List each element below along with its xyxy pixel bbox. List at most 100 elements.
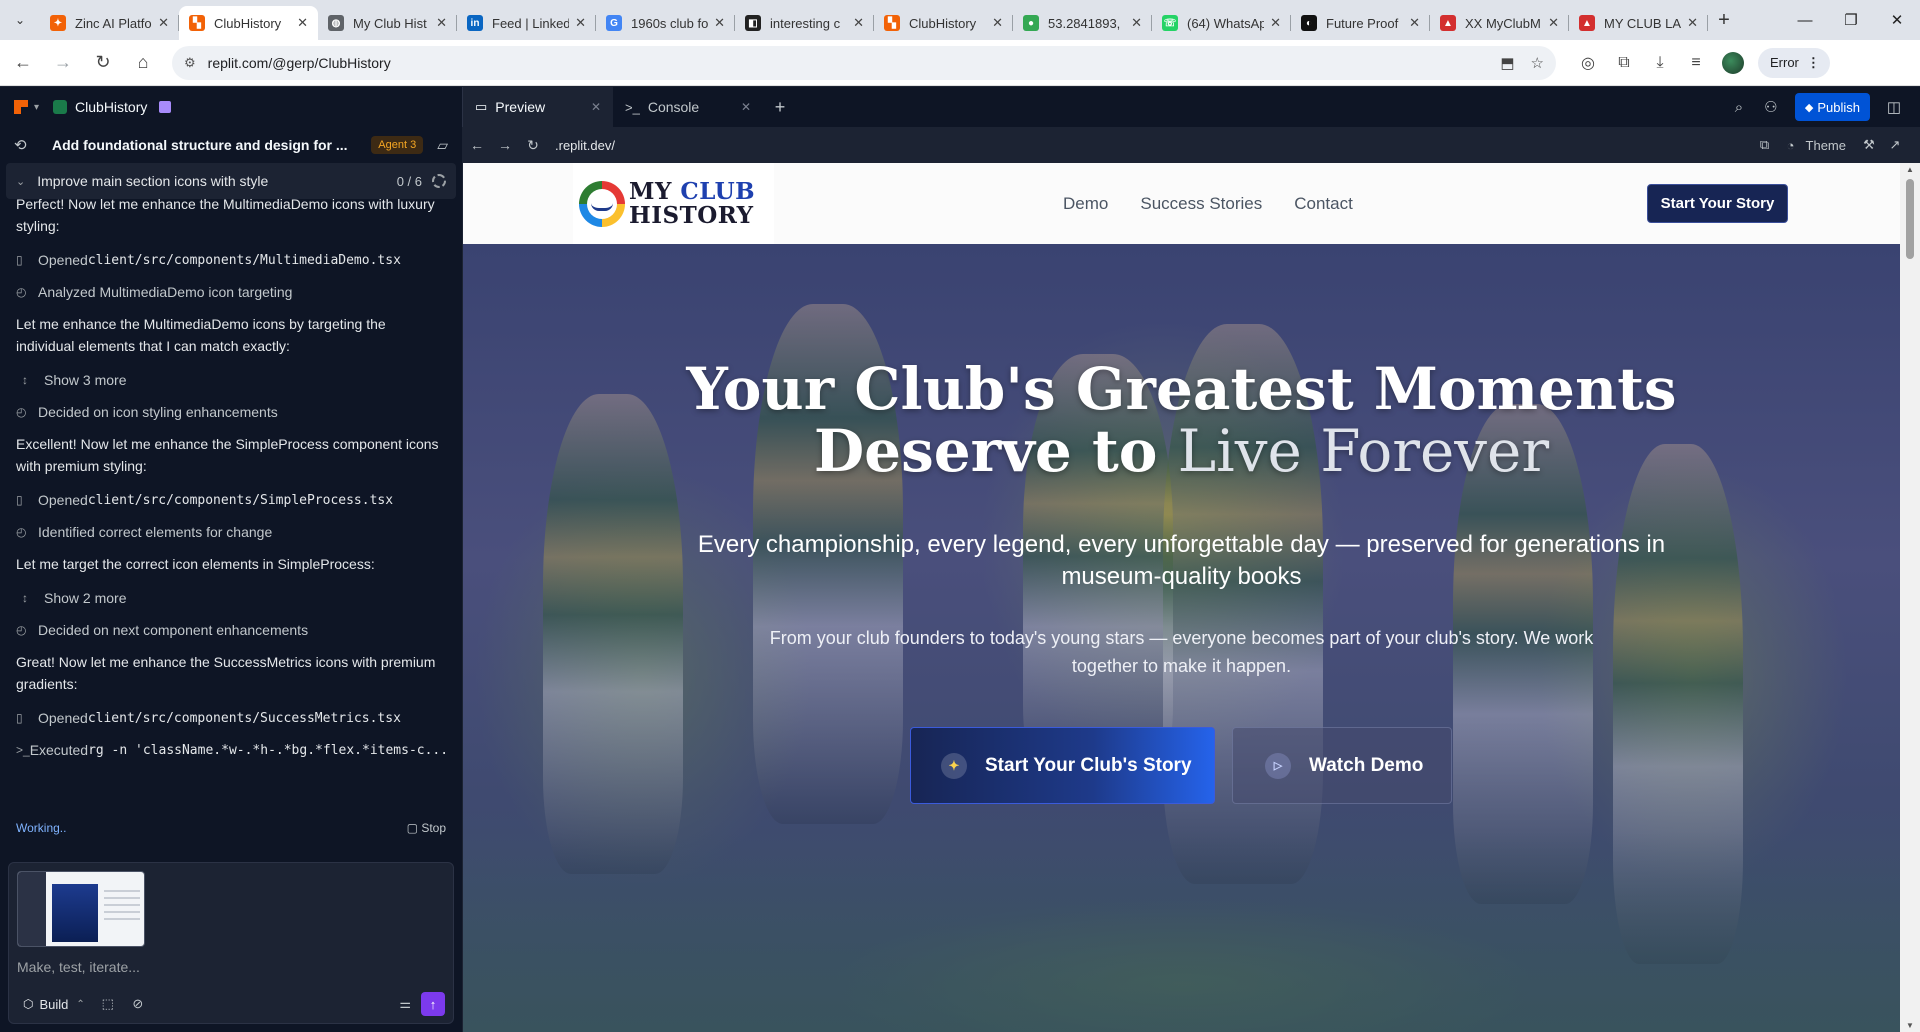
agent-action[interactable]: ◴ Analyzed MultimediaDemo icon targeting	[16, 281, 446, 303]
show-more-toggle[interactable]: ↕ Show 2 more	[16, 587, 446, 609]
browser-tab[interactable]: in Feed | Linked ✕	[457, 6, 596, 40]
agent-action[interactable]: ◴ Decided on next component enhancements	[16, 619, 446, 641]
bookmark-star-icon[interactable]: ☆	[1531, 54, 1544, 72]
reload-icon[interactable]: ↻	[86, 46, 120, 80]
build-mode-button[interactable]: ⬡ Build ⌃	[17, 997, 91, 1012]
invite-user-icon[interactable]: ⚇	[1755, 93, 1787, 121]
profile-error-button[interactable]: Error ⋮	[1758, 47, 1830, 78]
history-icon[interactable]: ⟲	[14, 136, 52, 154]
layout-panel-icon[interactable]: ◫	[1878, 93, 1910, 121]
browser-tab[interactable]: ▚ ClubHistory ✕	[874, 6, 1013, 40]
tab-console[interactable]: >_ Console ✕	[613, 87, 763, 127]
browser-tab[interactable]: ▲ MY CLUB LA ✕	[1569, 6, 1708, 40]
palette-icon[interactable]: ◔	[1778, 138, 1804, 153]
new-tab-plus-icon[interactable]: +	[1708, 0, 1740, 40]
devices-icon[interactable]: ⧉	[1752, 137, 1778, 153]
preview-forward-icon[interactable]: →	[491, 137, 519, 153]
download-icon[interactable]: ⤓	[1642, 46, 1678, 80]
tab-close-icon[interactable]: ✕	[436, 15, 447, 31]
agent-action[interactable]: ◴ Identified correct elements for change	[16, 521, 446, 543]
close-icon[interactable]: ✕	[591, 100, 601, 114]
scroll-down-icon[interactable]: ▼	[1906, 1021, 1914, 1030]
tab-close-icon[interactable]: ✕	[992, 15, 1003, 31]
replit-logo-icon[interactable]	[14, 100, 28, 114]
scrollbar-thumb[interactable]	[1906, 179, 1914, 259]
send-button[interactable]: ↑	[421, 992, 445, 1016]
browser-tab[interactable]: ☏ (64) WhatsAp ✕	[1152, 6, 1291, 40]
start-your-story-button[interactable]: Start Your Story	[1647, 184, 1788, 223]
browser-tab[interactable]: ◍ My Club Hist ✕	[318, 6, 457, 40]
nav-link-contact[interactable]: Contact	[1294, 194, 1353, 214]
stop-button[interactable]: ▢ Stop	[407, 821, 446, 835]
agent-action[interactable]: ◴ Decided on icon styling enhancements	[16, 401, 446, 423]
new-chat-icon[interactable]: ▱	[437, 137, 448, 154]
tab-close-icon[interactable]: ✕	[853, 15, 864, 31]
publish-button[interactable]: ◆ Publish	[1794, 93, 1870, 121]
composer-input[interactable]: Make, test, iterate...	[17, 959, 140, 975]
attach-paperclip-icon[interactable]: ⊘	[125, 991, 151, 1017]
minimize-icon[interactable]: —	[1782, 0, 1828, 40]
tab-close-icon[interactable]: ✕	[1548, 15, 1559, 31]
nav-link-demo[interactable]: Demo	[1063, 194, 1108, 214]
extension-circle-icon[interactable]: ◎	[1570, 46, 1606, 80]
close-icon[interactable]: ✕	[741, 100, 751, 114]
window-close-icon[interactable]: ✕	[1874, 0, 1920, 40]
browser-tab[interactable]: ◐ Future Proof ✕	[1291, 6, 1430, 40]
tab-close-icon[interactable]: ✕	[1131, 15, 1142, 31]
site-logo[interactable]: MY CLUB HISTORY	[573, 163, 774, 244]
tab-close-icon[interactable]: ✕	[1409, 15, 1420, 31]
home-icon[interactable]: ⌂	[126, 46, 160, 80]
tab-close-icon[interactable]: ✕	[575, 15, 586, 31]
install-app-icon[interactable]: ⬒	[1500, 54, 1514, 72]
tab-search-chevron-icon[interactable]: ⌄	[0, 0, 40, 40]
project-name[interactable]: ClubHistory	[75, 99, 147, 115]
settings-sliders-icon[interactable]: ⚌	[399, 996, 411, 1012]
address-url[interactable]: replit.com/@gerp/ClubHistory	[208, 55, 1485, 71]
browser-tab[interactable]: ◧ interesting c ✕	[735, 6, 874, 40]
browser-tab[interactable]: ▚ ClubHistory ✕	[179, 6, 318, 40]
tab-close-icon[interactable]: ✕	[714, 15, 725, 31]
watch-demo-button[interactable]: ▷ Watch Demo	[1232, 727, 1452, 804]
agent-action[interactable]: ▯ Opened client/src/components/Multimedia…	[16, 249, 446, 271]
book-icon: ▯	[16, 253, 23, 267]
nav-link-success-stories[interactable]: Success Stories	[1140, 194, 1262, 214]
task-progress-row[interactable]: ⌄ Improve main section icons with style …	[6, 163, 456, 199]
preview-reload-icon[interactable]: ↻	[519, 137, 547, 154]
browser-tab[interactable]: ▲ XX MyClubM ✕	[1430, 6, 1569, 40]
extensions-puzzle-icon[interactable]: ⧉	[1606, 46, 1642, 80]
working-status: Working..	[16, 821, 67, 835]
screenshot-attachment[interactable]	[17, 871, 145, 947]
preview-scrollbar[interactable]: ▲ ▼	[1900, 163, 1920, 1032]
browser-tab[interactable]: G 1960s club fo ✕	[596, 6, 735, 40]
site-settings-icon[interactable]: ⚙	[184, 55, 196, 71]
wrench-icon[interactable]: ⚒	[1856, 137, 1882, 153]
forward-arrow-icon[interactable]: →	[46, 46, 80, 80]
preview-url[interactable]: .replit.dev/	[555, 138, 1752, 153]
thread-title[interactable]: Add foundational structure and design fo…	[52, 137, 363, 153]
maximize-icon[interactable]: ❐	[1828, 0, 1874, 40]
chevron-down-icon[interactable]: ▾	[34, 102, 39, 113]
tab-close-icon[interactable]: ✕	[158, 15, 169, 31]
tab-close-icon[interactable]: ✕	[297, 15, 308, 31]
open-external-icon[interactable]: ↗	[1882, 137, 1908, 153]
start-club-story-button[interactable]: ✦ Start Your Club's Story	[910, 727, 1215, 804]
media-queue-icon[interactable]: ≡	[1678, 46, 1714, 80]
tab-close-icon[interactable]: ✕	[1270, 15, 1281, 31]
add-tab-plus-icon[interactable]: +	[763, 97, 797, 118]
browser-tab[interactable]: ● 53.2841893, ✕	[1013, 6, 1152, 40]
tab-close-icon[interactable]: ✕	[1687, 15, 1698, 31]
profile-avatar[interactable]	[1722, 51, 1744, 74]
select-element-icon[interactable]: ⬚	[95, 991, 121, 1017]
agent-action[interactable]: ▯ Opened client/src/components/SuccessMet…	[16, 707, 446, 729]
search-icon[interactable]: ⌕	[1723, 93, 1755, 121]
theme-button[interactable]: Theme	[1806, 138, 1846, 153]
browser-tab[interactable]: ✦ Zinc AI Platfo ✕	[40, 6, 179, 40]
agent-action[interactable]: ▯ Opened client/src/components/SimpleProc…	[16, 489, 446, 511]
show-more-toggle[interactable]: ↕ Show 3 more	[16, 369, 446, 391]
agent-action[interactable]: >_ Executed rg -n 'className.*w-.*h-.*bg.…	[16, 739, 446, 761]
preview-back-icon[interactable]: ←	[463, 137, 491, 153]
address-bar[interactable]: ⚙ replit.com/@gerp/ClubHistory ⬒ ☆	[172, 45, 1556, 80]
scroll-up-icon[interactable]: ▲	[1906, 165, 1914, 174]
back-arrow-icon[interactable]: ←	[6, 46, 40, 80]
tab-preview[interactable]: ▭ Preview ✕	[463, 87, 613, 127]
